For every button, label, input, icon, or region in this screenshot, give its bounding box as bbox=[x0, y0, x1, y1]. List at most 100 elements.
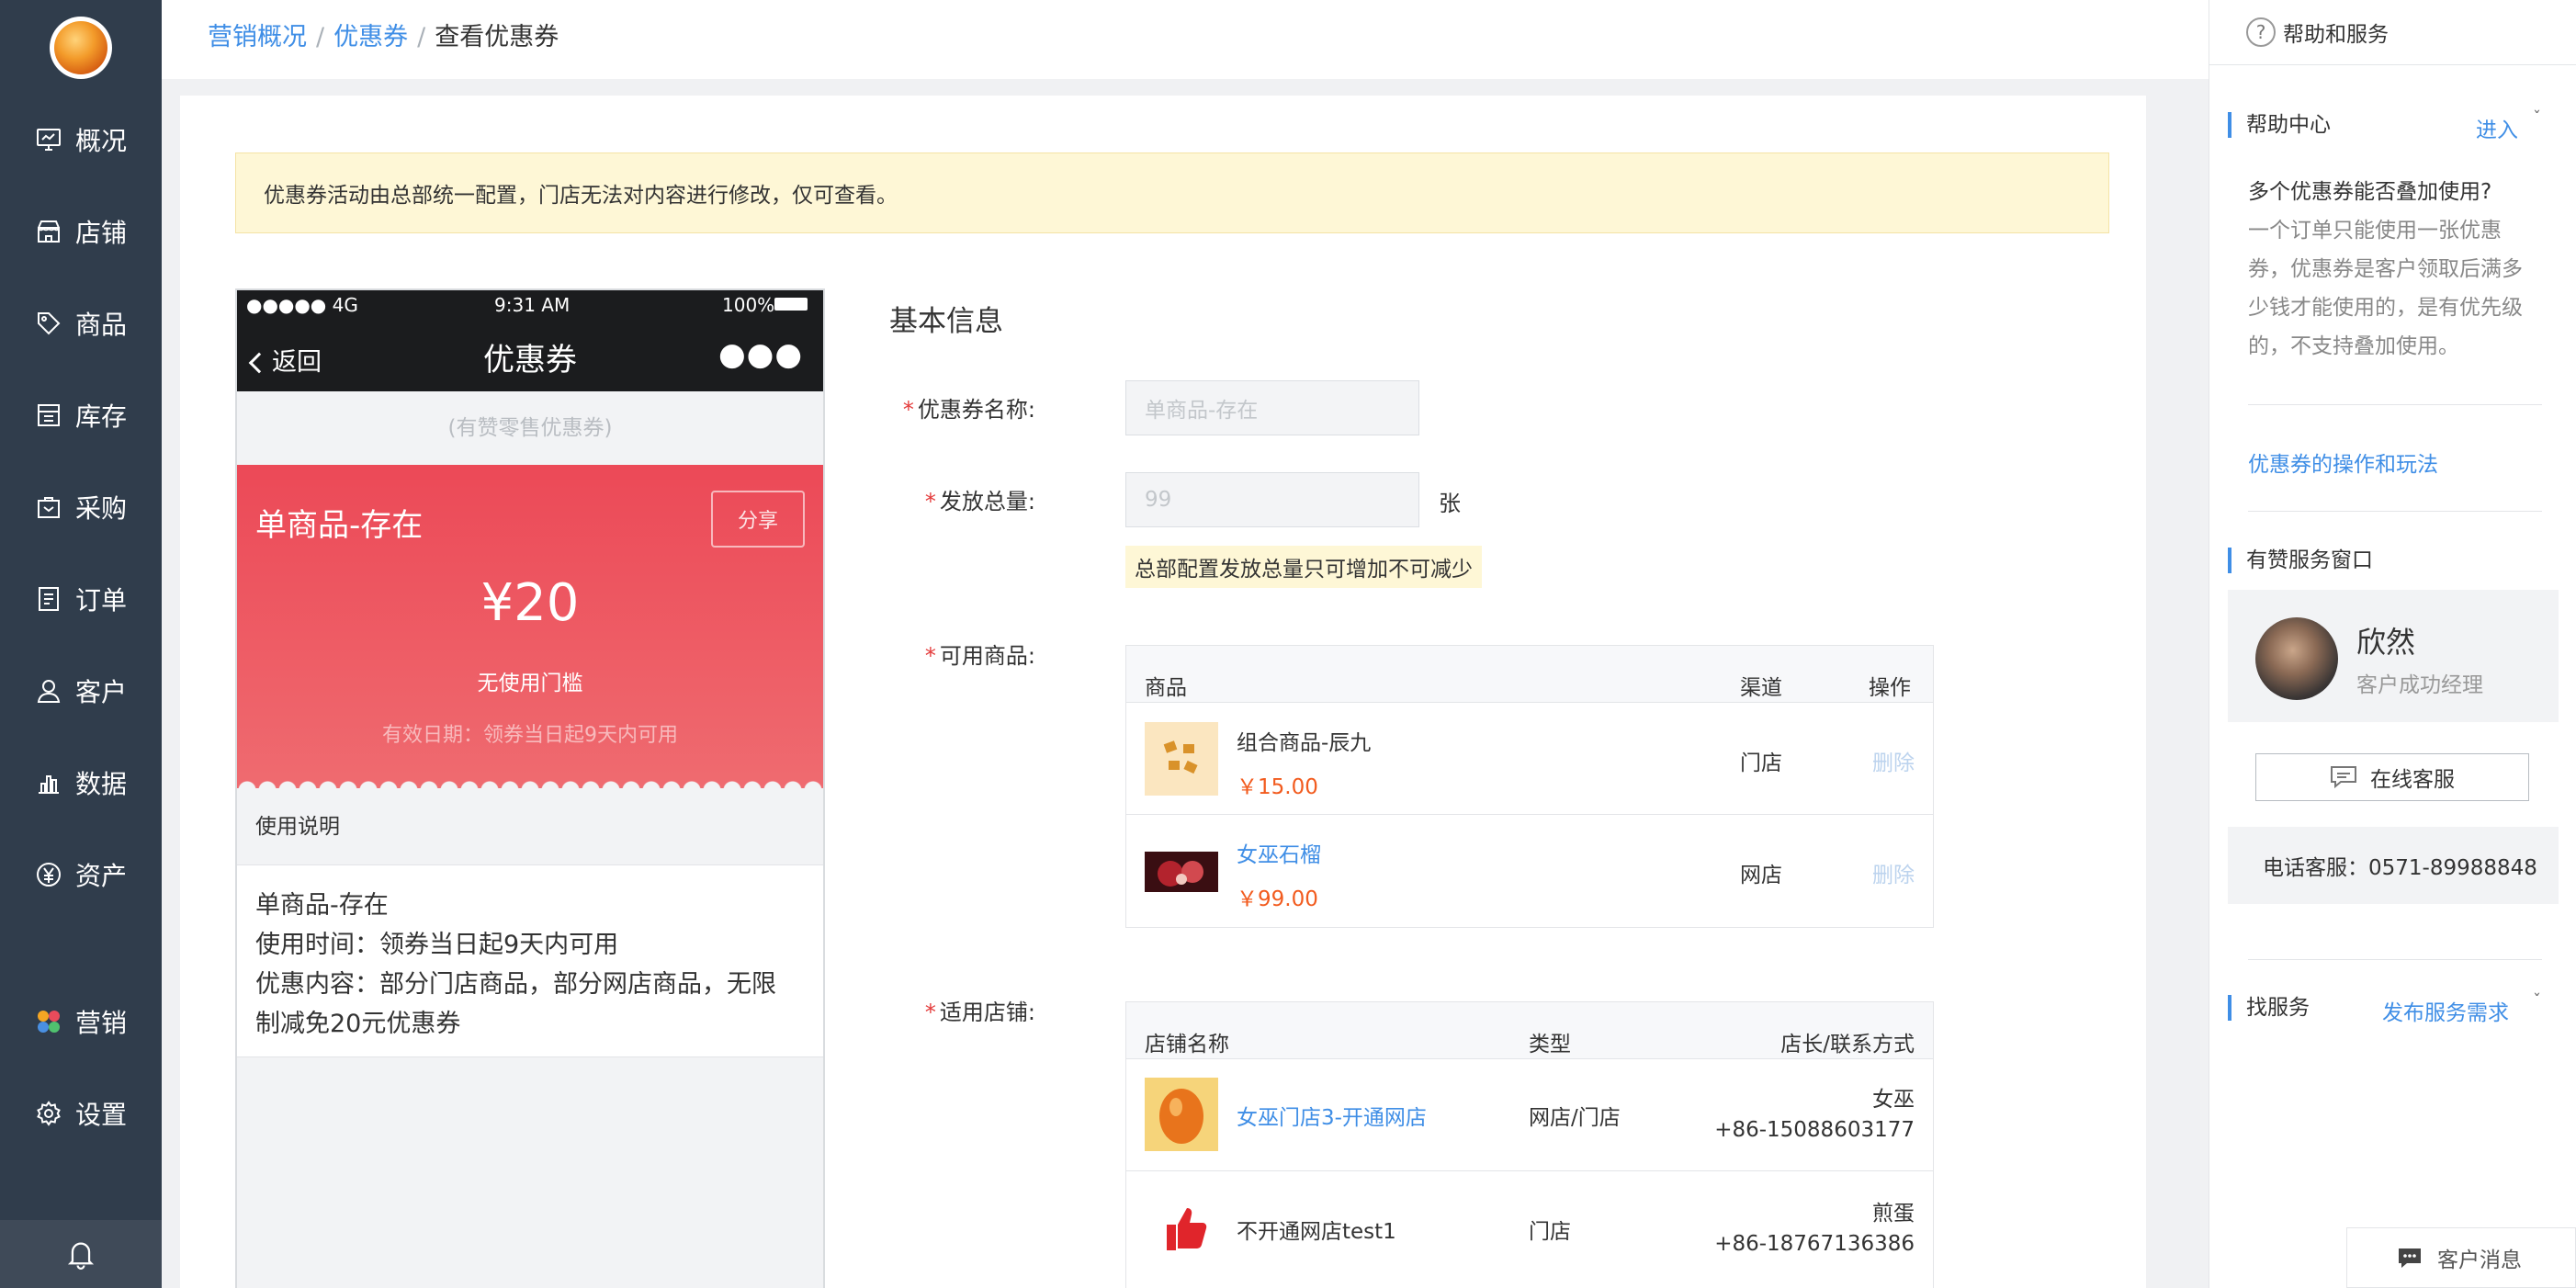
order-icon bbox=[39, 587, 59, 611]
dashboard-icon bbox=[37, 129, 61, 151]
message-icon bbox=[2399, 1248, 2421, 1268]
product-name-link[interactable]: 女巫石榴 bbox=[1237, 837, 1321, 868]
sidebar-item-label: 营销 bbox=[75, 1008, 128, 1038]
quantity-unit: 张 bbox=[1439, 491, 1461, 516]
quantity-tip: 总部配置发放总量只可增加不可减少 bbox=[1125, 546, 1482, 588]
online-service-label: 在线客服 bbox=[2370, 768, 2455, 792]
online-service-button[interactable]: 在线客服 bbox=[2255, 753, 2529, 801]
coupon-threshold: 无使用门槛 bbox=[477, 672, 583, 695]
sidebar-item-purchase[interactable]: 采购 bbox=[0, 470, 162, 544]
sidebar-item-label: 店铺 bbox=[75, 218, 128, 248]
sidebar-item-goods[interactable]: 商品 bbox=[0, 287, 162, 360]
delete-link[interactable]: 删除 bbox=[1872, 745, 1915, 776]
sidebar-item-marketing[interactable]: 营销 bbox=[0, 985, 162, 1058]
help-center-title: 帮助中心 bbox=[2228, 112, 2331, 138]
coupon-validity: 有效日期：领券当日起9天内可用 bbox=[382, 724, 678, 747]
coupon-amount: ¥20 bbox=[480, 573, 580, 633]
breadcrumb: 营销概况 / 优惠券 / 查看优惠券 bbox=[208, 17, 559, 52]
column-header: 店铺名称 bbox=[1145, 1033, 1229, 1056]
publish-service-link[interactable]: 发布服务需求 bbox=[2382, 995, 2509, 1026]
sidebar-item-overview[interactable]: 概况 bbox=[0, 103, 162, 176]
main-card: 优惠券活动由总部统一配置，门店无法对内容进行修改，仅可查看。 ●●●●● 4G … bbox=[180, 96, 2146, 1288]
service-window-title: 有赞服务窗口 bbox=[2228, 548, 2373, 573]
store-type: 网店/门店 bbox=[1529, 1106, 1621, 1130]
product-image bbox=[1158, 861, 1203, 887]
sidebar-item-label: 概况 bbox=[75, 126, 128, 156]
thumbs-up-icon bbox=[1167, 1208, 1207, 1250]
sidebar-item-orders[interactable]: 订单 bbox=[0, 562, 162, 636]
table-row: 女巫门店3-开通网店 网店/门店 女巫 +86-15088603177 bbox=[1126, 1059, 1933, 1171]
sidebar-item-data[interactable]: 数据 bbox=[0, 746, 162, 819]
customer-messages-button[interactable]: 客户消息 bbox=[2346, 1227, 2576, 1288]
store-phone: +86-15088603177 bbox=[1714, 1118, 1915, 1142]
sidebar-item-assets[interactable]: 资产 bbox=[0, 838, 162, 911]
delete-link[interactable]: 删除 bbox=[1872, 857, 1915, 888]
help-article-link[interactable]: 优惠券的操作和玩法 bbox=[2248, 446, 2438, 478]
battery-level: 100% bbox=[722, 294, 775, 316]
divider bbox=[2209, 64, 2576, 65]
purchase-icon bbox=[38, 497, 60, 518]
question-icon: ? bbox=[2246, 17, 2276, 47]
sidebar-item-settings[interactable]: 设置 bbox=[0, 1077, 162, 1150]
chart-icon bbox=[39, 775, 59, 794]
divider bbox=[2248, 404, 2542, 405]
sidebar-item-inventory[interactable]: 库存 bbox=[0, 378, 162, 452]
help-center-enter-link[interactable]: 进入 bbox=[2476, 112, 2518, 143]
breadcrumb-marketing-overview[interactable]: 营销概况 bbox=[208, 23, 307, 51]
chevron-down-icon[interactable]: ˇ bbox=[2533, 991, 2541, 1011]
sidebar-item-label: 设置 bbox=[75, 1100, 128, 1130]
phone-nav-bar: 返回 优惠券 ●●● bbox=[237, 318, 823, 391]
phone-preview: ●●●●● 4G 9:31 AM 100% 返回 优惠券 ●●● (有赞零售优惠… bbox=[235, 288, 825, 1288]
usage-line: 使用时间：领券当日起9天内可用 bbox=[255, 931, 619, 959]
tag-icon bbox=[38, 312, 61, 335]
user-icon bbox=[37, 680, 61, 703]
sidebar: 概况 店铺 商品 库存 采购 订单 客户 数据 资产 营销 设置 bbox=[0, 0, 162, 1288]
available-goods-label: * 可用商品: bbox=[924, 643, 1035, 669]
goods-table: 商品 渠道 操作 组合商品-辰九 ￥15.00 门店 删除 女巫石榴 ￥99.0… bbox=[1125, 645, 1934, 928]
table-row: 女巫石榴 ￥99.00 网店 删除 bbox=[1126, 815, 1933, 927]
yuan-icon bbox=[37, 863, 61, 887]
product-thumbnail bbox=[1145, 722, 1218, 796]
product-thumbnail bbox=[1145, 852, 1218, 892]
applicable-stores-label: * 适用店铺: bbox=[924, 1000, 1035, 1025]
sidebar-item-label: 采购 bbox=[75, 493, 128, 524]
faq-question[interactable]: 多个优惠券能否叠加使用? bbox=[2248, 173, 2542, 211]
column-header: 渠道 bbox=[1740, 676, 1782, 700]
coupon-name-label: * 优惠券名称: bbox=[902, 397, 1035, 423]
usage-line: 优惠内容：部分门店商品，部分网店商品，无限 bbox=[255, 970, 776, 999]
goods-table-header: 商品 渠道 操作 bbox=[1126, 646, 1933, 703]
product-image bbox=[1163, 740, 1198, 774]
help-header[interactable]: ? 帮助和服务 bbox=[2209, 0, 2576, 64]
share-button[interactable]: 分享 bbox=[711, 491, 805, 548]
table-row: 不开通网店test1 门店 煎蛋 +86-18767136386 bbox=[1126, 1171, 1933, 1282]
chat-icon bbox=[2331, 766, 2356, 789]
gear-icon bbox=[37, 1101, 61, 1126]
breadcrumb-coupons[interactable]: 优惠券 bbox=[333, 23, 408, 51]
store-manager: 煎蛋 bbox=[1872, 1202, 1915, 1226]
divider bbox=[2248, 511, 2542, 512]
stores-table-header: 店铺名称 类型 店长/联系方式 bbox=[1126, 1002, 1933, 1059]
shop-logo[interactable] bbox=[50, 17, 112, 79]
coupon-name-input[interactable]: 单商品-存在 bbox=[1125, 380, 1419, 435]
help-panel: ? 帮助和服务 帮助中心 进入 ˇ 多个优惠券能否叠加使用? 一个订单只能使用一… bbox=[2209, 0, 2576, 1288]
sidebar-item-label: 数据 bbox=[75, 769, 128, 799]
sidebar-item-store[interactable]: 店铺 bbox=[0, 195, 162, 268]
stores-table: 店铺名称 类型 店长/联系方式 女巫门店3-开通网店 网店/门店 女巫 +86-… bbox=[1125, 1001, 1934, 1288]
sidebar-item-label: 库存 bbox=[75, 401, 128, 432]
marketing-icon bbox=[38, 1011, 60, 1033]
chevron-down-icon[interactable]: ˇ bbox=[2533, 108, 2541, 128]
store-thumbnail bbox=[1145, 1190, 1218, 1263]
more-dots-icon[interactable]: ●●● bbox=[718, 336, 803, 373]
store-name-link[interactable]: 女巫门店3-开通网店 bbox=[1237, 1100, 1427, 1131]
breadcrumb-current: 查看优惠券 bbox=[435, 23, 559, 51]
total-quantity-input[interactable]: 99 bbox=[1125, 472, 1419, 527]
notification-button[interactable] bbox=[0, 1220, 162, 1288]
store-thumbnail bbox=[1145, 1078, 1218, 1151]
sidebar-item-customers[interactable]: 客户 bbox=[0, 654, 162, 728]
breadcrumb-separator: / bbox=[417, 23, 426, 51]
product-channel: 门店 bbox=[1740, 751, 1782, 775]
divider bbox=[2248, 959, 2542, 960]
bell-icon bbox=[67, 1242, 95, 1270]
store-name: 不开通网店test1 bbox=[1237, 1220, 1396, 1244]
coupon-name: 单商品-存在 bbox=[255, 507, 424, 544]
